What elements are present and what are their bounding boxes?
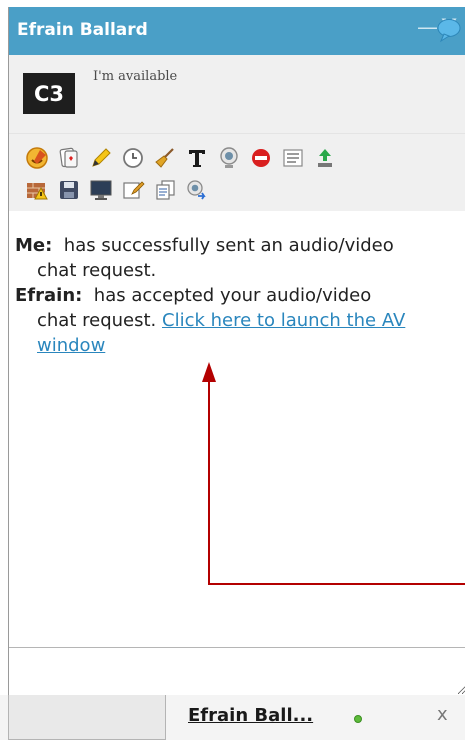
window-title: Efrain Ballard (17, 20, 148, 40)
webcam-share-icon[interactable] (183, 177, 211, 203)
arrow-base (208, 583, 465, 585)
message-sender: Efrain: (15, 285, 83, 306)
emoticon-icon[interactable] (23, 145, 51, 171)
message-sender: Me: (15, 235, 53, 256)
toolbar-row-2 (23, 174, 465, 206)
taskbar-tab[interactable] (8, 695, 166, 740)
card-icon[interactable] (55, 145, 83, 171)
chat-transcript[interactable]: Me: has successfully sent an audio/video… (9, 211, 465, 647)
avatar: C3 (23, 73, 75, 114)
toolbar-row-1 (23, 142, 465, 174)
presence-indicator (354, 715, 362, 723)
speech-bubble-icon[interactable] (435, 17, 463, 43)
broom-icon[interactable] (151, 145, 179, 171)
arrow-head (202, 362, 216, 382)
chat-message: Me: has successfully sent an audio/video… (15, 233, 415, 283)
font-icon[interactable] (183, 145, 211, 171)
status-message: I'm available (93, 69, 178, 84)
chat-window: Efrain Ballard — X C3 I'm available (8, 7, 465, 695)
chat-taskbar: Efrain Ball... x (0, 695, 465, 740)
webcam-icon[interactable] (215, 145, 243, 171)
pencil-icon[interactable] (87, 145, 115, 171)
profile-header: C3 I'm available (9, 55, 465, 134)
monitor-icon[interactable] (87, 177, 115, 203)
taskbar-chat-tab[interactable]: Efrain Ball... (188, 705, 313, 726)
list-icon[interactable] (279, 145, 307, 171)
block-icon[interactable] (247, 145, 275, 171)
save-icon[interactable] (55, 177, 83, 203)
firewall-warning-icon[interactable] (23, 177, 51, 203)
edit-note-icon[interactable] (119, 177, 147, 203)
taskbar-close-button[interactable]: x (437, 704, 448, 725)
message-text: has successfully sent an audio/video cha… (37, 235, 394, 281)
clock-icon[interactable] (119, 145, 147, 171)
chat-message: Efrain: has accepted your audio/video ch… (15, 283, 415, 358)
arrow-shaft (208, 380, 210, 585)
chat-toolbar (9, 134, 465, 211)
copy-document-icon[interactable] (151, 177, 179, 203)
title-bar[interactable]: Efrain Ballard — X (9, 7, 465, 55)
message-input[interactable] (9, 648, 465, 695)
upload-icon[interactable] (311, 145, 339, 171)
